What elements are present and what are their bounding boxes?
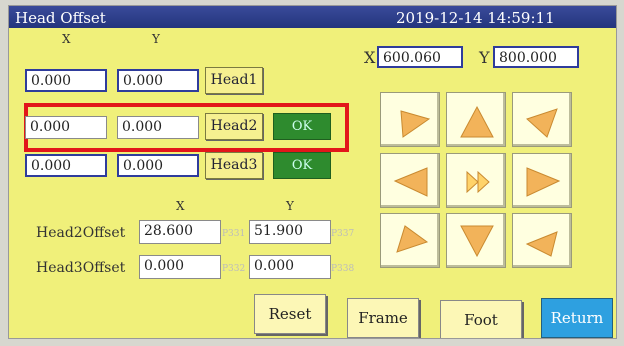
pos-x-label: X <box>364 48 376 67</box>
head2-y-field[interactable]: 0.000 <box>117 116 199 139</box>
jog-up-right-button[interactable] <box>512 92 572 147</box>
fast-forward-icon <box>466 170 490 194</box>
head2-ok-button[interactable]: OK <box>273 113 331 140</box>
head1-y-field[interactable]: 0.000 <box>117 69 199 92</box>
column-x-label: X <box>62 32 71 46</box>
foot-button[interactable]: Foot <box>440 300 522 338</box>
column-y-label: Y <box>152 32 160 46</box>
param-p331: P331 <box>222 229 246 239</box>
up-right-arrow-icon <box>526 108 558 138</box>
page-title: Head Offset <box>15 9 106 27</box>
param-p332: P332 <box>222 264 246 274</box>
up-left-arrow-icon <box>400 110 431 138</box>
datetime: 2019-12-14 14:59:11 <box>396 9 555 27</box>
pos-y-field: 800.000 <box>493 46 579 68</box>
jog-down-right-button[interactable] <box>512 213 572 268</box>
head3-ok-button[interactable]: OK <box>273 152 331 179</box>
param-p338: P338 <box>331 264 355 274</box>
pos-x-field: 600.060 <box>377 46 463 68</box>
jog-down-button[interactable] <box>446 213 506 268</box>
right-arrow-icon <box>526 167 561 197</box>
jog-speed-button[interactable] <box>446 153 506 208</box>
head2-x-field[interactable]: 0.000 <box>25 116 107 139</box>
head2-button[interactable]: Head2 <box>205 113 263 140</box>
head2-offset-label: Head2Offset <box>36 225 126 241</box>
offset-x-header: X <box>176 199 185 213</box>
return-button[interactable]: Return <box>541 298 613 338</box>
head3-x-field[interactable]: 0.000 <box>25 154 107 177</box>
head3-offset-y-field[interactable]: 0.000 <box>249 255 331 279</box>
head3-offset-x-field[interactable]: 0.000 <box>139 255 221 279</box>
down-right-arrow-icon <box>525 231 558 257</box>
head1-button[interactable]: Head1 <box>205 67 263 94</box>
offset-y-header: Y <box>286 199 294 213</box>
jog-up-left-button[interactable] <box>380 92 440 147</box>
param-p337: P337 <box>331 229 355 239</box>
up-arrow-icon <box>460 105 494 138</box>
down-left-arrow-icon <box>396 225 429 253</box>
jog-left-button[interactable] <box>380 153 440 208</box>
head3-button[interactable]: Head3 <box>205 152 263 179</box>
head2-offset-y-field[interactable]: 51.900 <box>249 220 331 244</box>
left-arrow-icon <box>393 167 428 197</box>
device-bezel: Head Offset 2019-12-14 14:59:11 X Y 0.00… <box>0 0 624 346</box>
head3-offset-label: Head3Offset <box>36 260 126 276</box>
head2-offset-x-field[interactable]: 28.600 <box>139 220 221 244</box>
jog-down-left-button[interactable] <box>380 213 440 268</box>
head1-x-field[interactable]: 0.000 <box>25 69 107 92</box>
pos-y-label: Y <box>479 48 490 67</box>
title-bar: Head Offset 2019-12-14 14:59:11 <box>9 6 616 28</box>
reset-button[interactable]: Reset <box>254 294 326 334</box>
frame-button[interactable]: Frame <box>347 298 419 338</box>
jog-right-button[interactable] <box>512 153 572 208</box>
jog-up-button[interactable] <box>446 92 506 147</box>
screen: Head Offset 2019-12-14 14:59:11 X Y 0.00… <box>8 5 617 339</box>
head3-y-field[interactable]: 0.000 <box>117 154 199 177</box>
down-arrow-icon <box>460 225 494 258</box>
